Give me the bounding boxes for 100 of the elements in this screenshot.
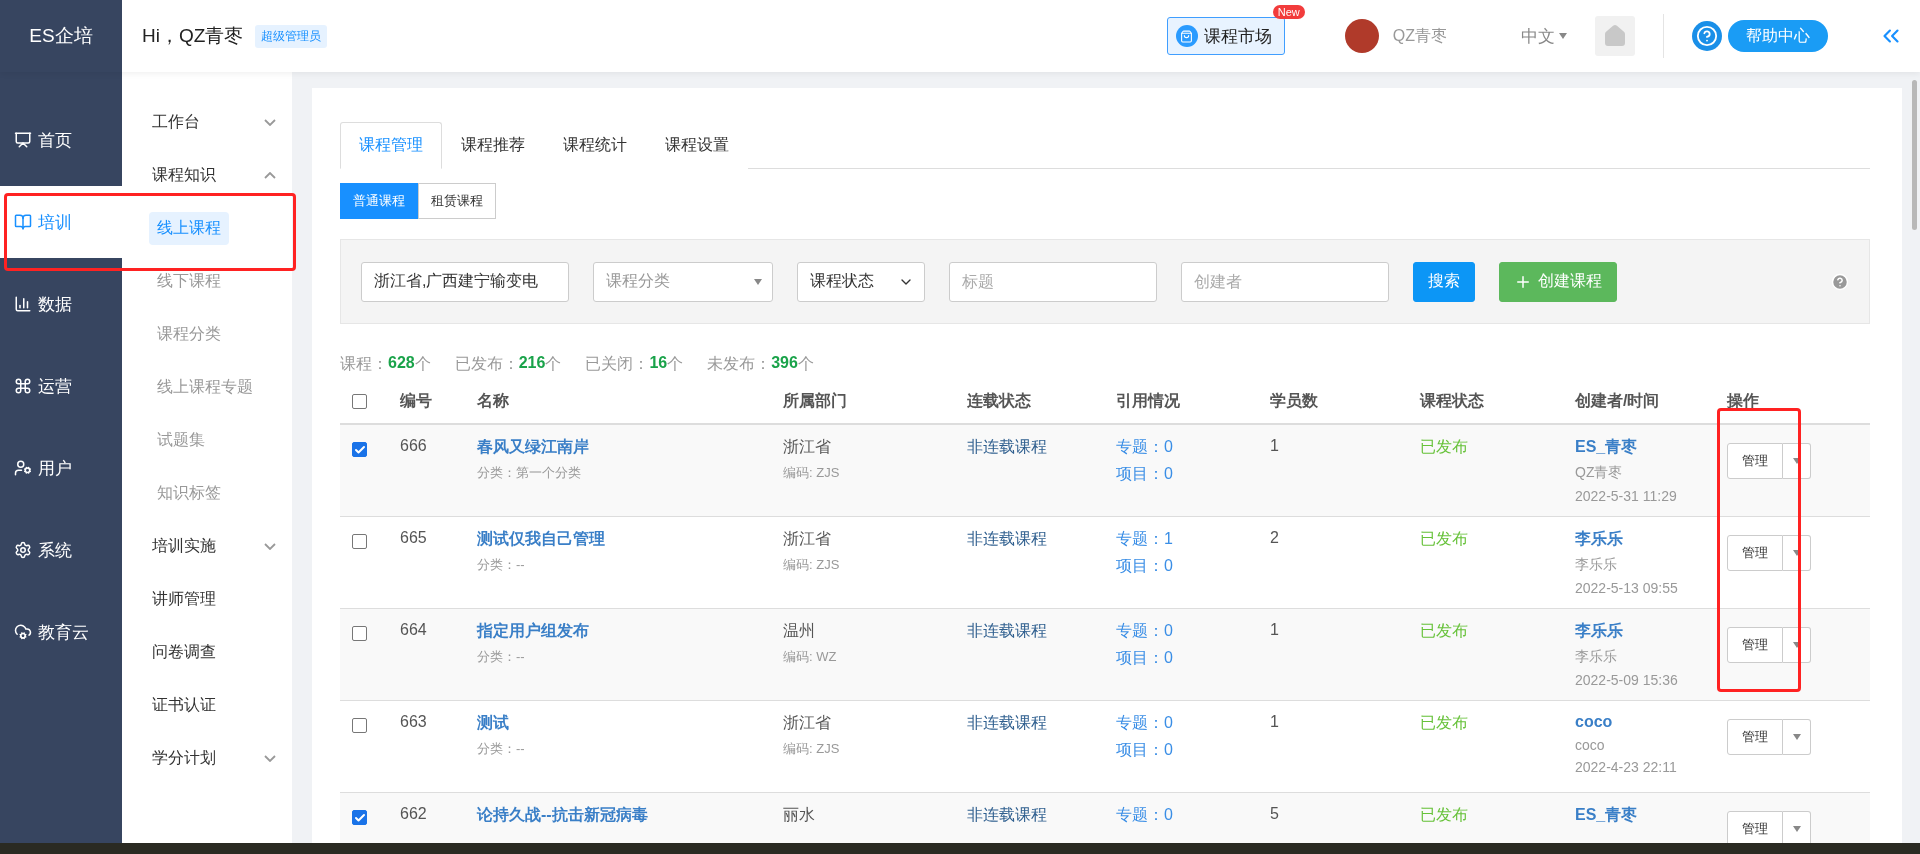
help-icon (1831, 272, 1849, 291)
dropdown-button[interactable] (1783, 627, 1811, 663)
menu-group[interactable]: 工作台 (122, 96, 292, 149)
topic-count: 专题：0 (1116, 437, 1174, 457)
course-name-link[interactable]: 指定用户组发布 (477, 621, 783, 642)
menu-group[interactable]: 证书认证 (122, 679, 292, 732)
stat-label: 已关闭： (585, 354, 650, 374)
creator-link[interactable]: 李乐乐 (1575, 529, 1727, 550)
course-status: 已发布 (1420, 529, 1469, 549)
creator-link[interactable]: coco (1575, 713, 1727, 731)
row-checkbox[interactable] (352, 442, 367, 457)
stat-unit: 个 (545, 354, 562, 374)
bar-chart-icon (14, 295, 32, 313)
department-code: 编码: ZJS (783, 740, 841, 758)
course-status: 已发布 (1420, 621, 1469, 641)
nav-item[interactable]: 运营 (0, 350, 122, 422)
student-count: 2 (1270, 529, 1280, 547)
caret-icon (1792, 550, 1801, 556)
course-name-link[interactable]: 测试 (477, 713, 783, 734)
department-field[interactable]: 浙江省,广西建宁输变电 (361, 261, 569, 302)
caret-icon (1792, 734, 1801, 740)
student-count: 1 (1270, 713, 1280, 731)
nav-item[interactable]: 系统 (0, 514, 122, 586)
chevron-up-icon (264, 172, 276, 179)
project-count: 项目：0 (1116, 464, 1174, 484)
home-icon (1603, 24, 1627, 48)
stat-value: 216 (518, 354, 546, 373)
course-id: 664 (400, 621, 428, 639)
creator-name: QZ青枣 (1575, 464, 1624, 482)
course-name-link[interactable]: 春风又绿江南岸 (477, 437, 783, 458)
status-select[interactable]: 课程状态 (797, 261, 925, 302)
stat-label: 已发布： (454, 354, 519, 374)
serial-status: 非连载课程 (967, 621, 1048, 641)
cloud-icon (14, 623, 32, 641)
creator-field[interactable]: 创建者 (1181, 261, 1389, 302)
help-icon (1692, 21, 1722, 51)
creator-link[interactable]: 李乐乐 (1575, 621, 1727, 642)
language-dropdown[interactable]: 中文 (1515, 23, 1573, 49)
row-checkbox[interactable] (352, 534, 367, 549)
created-time: 2022-5-09 15:36 (1575, 672, 1679, 688)
manage-button[interactable]: 管理 (1727, 443, 1783, 479)
menu-group[interactable]: 讲师管理 (122, 573, 292, 626)
menu-group[interactable]: 学分计划 (122, 732, 292, 785)
creator-link[interactable]: ES_青枣 (1575, 805, 1727, 826)
chevron-down-icon (264, 119, 276, 126)
select-all-checkbox[interactable] (352, 393, 367, 409)
manage-button[interactable]: 管理 (1727, 811, 1783, 843)
stat-label: 未发布： (707, 354, 772, 374)
department-code: 编码: WZ (783, 648, 838, 666)
course-id: 662 (400, 805, 428, 823)
creator-link[interactable]: ES_青枣 (1575, 437, 1727, 458)
check-icon (353, 811, 366, 824)
serial-status: 非连载课程 (967, 437, 1048, 457)
caret-icon (1559, 33, 1567, 39)
stat-value: 628 (388, 354, 415, 373)
chevron-down-icon (264, 755, 276, 762)
nav-item[interactable]: 用户 (0, 432, 122, 504)
menu-group[interactable]: 课程知识 (122, 149, 292, 202)
dropdown-button[interactable] (1783, 535, 1811, 571)
caret-icon (754, 278, 762, 285)
avatar (1344, 19, 1379, 53)
project-count: 项目：0 (1116, 648, 1174, 668)
student-count: 1 (1270, 437, 1280, 455)
row-checkbox[interactable] (352, 810, 367, 825)
row-checkbox[interactable] (352, 718, 367, 733)
menu-group[interactable]: 问卷调查 (122, 626, 292, 679)
course-name-link[interactable]: 测试仅我自己管理 (477, 529, 783, 550)
department-code: 编码: ZJS (783, 556, 841, 574)
stat-unit: 个 (797, 354, 814, 374)
dropdown-button[interactable] (1783, 811, 1811, 843)
student-count: 1 (1270, 621, 1280, 639)
manage-button[interactable]: 管理 (1727, 627, 1783, 663)
course-type-tab[interactable]: 租赁课程 (418, 183, 496, 219)
course-name-link[interactable]: 论持久战--抗击新冠病毒 (477, 805, 783, 826)
column-header: 学员数 (1270, 390, 1319, 411)
stat-label: 课程： (340, 354, 388, 374)
stat-unit: 个 (414, 354, 431, 374)
menu-group[interactable]: 培训实施 (122, 520, 292, 573)
department: 丽水 (783, 805, 816, 825)
dropdown-button[interactable] (1783, 719, 1811, 755)
title-field[interactable]: 标题 (949, 261, 1157, 302)
column-header: 引用情况 (1116, 390, 1181, 411)
stat-unit: 个 (667, 354, 684, 374)
manage-button[interactable]: 管理 (1727, 719, 1783, 755)
row-checkbox[interactable] (352, 626, 367, 641)
nav-item[interactable]: 教育云 (0, 596, 122, 668)
bag-icon (1175, 25, 1198, 47)
course-id: 665 (400, 529, 428, 547)
serial-status: 非连载课程 (967, 529, 1048, 549)
nav-item[interactable]: 数据 (0, 268, 122, 340)
stat-value: 16 (649, 354, 668, 373)
dropdown-button[interactable] (1783, 443, 1811, 479)
check-icon (353, 443, 366, 456)
course-status: 已发布 (1420, 713, 1469, 733)
created-time: 2022-5-13 09:55 (1575, 580, 1679, 596)
nav-item[interactable]: 首页 (0, 104, 122, 176)
course-market-button[interactable]: 课程市场 (1166, 17, 1285, 55)
caret-icon (1792, 642, 1801, 648)
manage-button[interactable]: 管理 (1727, 535, 1783, 571)
project-count: 项目：0 (1116, 740, 1174, 760)
